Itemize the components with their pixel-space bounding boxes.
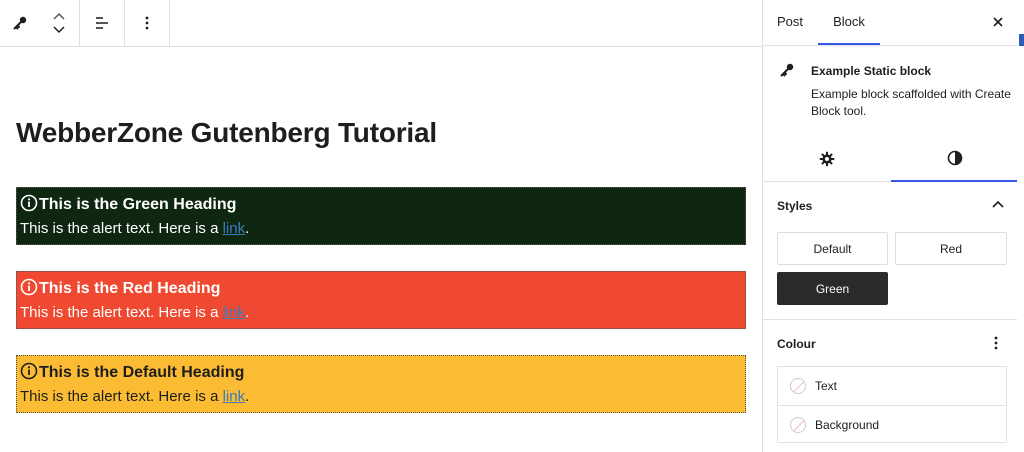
- alert-text-content: This is the alert text. Here is a: [20, 220, 223, 237]
- colour-panel-title: Colour: [777, 337, 816, 351]
- inspector-tabs: [763, 136, 1019, 182]
- block-card-title: Example Static block: [811, 64, 932, 78]
- alert-block-green[interactable]: This is the Green Heading This is the al…: [16, 187, 746, 245]
- alert-link[interactable]: link: [223, 220, 246, 237]
- colour-item-background[interactable]: Background: [778, 405, 1006, 443]
- tab-post[interactable]: Post: [777, 0, 803, 46]
- style-red-button[interactable]: Red: [895, 232, 1007, 265]
- block-type-button[interactable]: [0, 0, 40, 46]
- colour-swatch-icon: [790, 416, 806, 433]
- tab-block[interactable]: Block: [818, 0, 880, 45]
- colour-panel: Colour Text Background: [763, 321, 1018, 452]
- block-card-description: Example block scaffolded with Create Blo…: [811, 87, 1011, 118]
- alert-text-end: .: [245, 220, 250, 237]
- editor-canvas: WebberZone Gutenberg Tutorial This is th…: [0, 0, 762, 452]
- alert-text-end: .: [245, 388, 250, 405]
- key-icon: [13, 16, 27, 30]
- alert-link[interactable]: link: [223, 304, 246, 321]
- block-mover: [40, 0, 80, 46]
- tab-styles[interactable]: [891, 136, 1019, 182]
- colour-list: Text Background: [777, 366, 1007, 443]
- colour-swatch-icon: [790, 378, 806, 394]
- alert-heading-text: This is the Default Heading: [39, 364, 245, 381]
- gear-icon: [819, 151, 835, 167]
- alert-text-content: This is the alert text. Here is a: [20, 304, 223, 321]
- window-edge: [1017, 0, 1024, 452]
- chevron-up-icon[interactable]: [992, 200, 1004, 210]
- info-icon: [20, 194, 38, 212]
- edge-accent: [1019, 34, 1024, 46]
- style-green-button[interactable]: Green: [777, 272, 888, 305]
- info-icon: [20, 278, 38, 296]
- contrast-icon: [947, 150, 963, 166]
- colour-item-label: Text: [815, 379, 838, 393]
- style-default-button[interactable]: Default: [777, 232, 888, 265]
- alert-block-red[interactable]: This is the Red Heading This is the aler…: [16, 271, 746, 329]
- colour-item-label: Background: [815, 417, 880, 432]
- chevron-up-icon[interactable]: [53, 12, 65, 22]
- alert-link[interactable]: link: [223, 388, 246, 405]
- key-icon: [780, 63, 794, 77]
- more-vertical-icon: [145, 16, 149, 30]
- align-icon: [95, 17, 108, 29]
- colour-item-text[interactable]: Text: [778, 367, 1006, 405]
- alert-heading[interactable]: This is the Default Heading: [20, 362, 745, 384]
- alert-text-end: .: [245, 304, 250, 321]
- styles-panel-title[interactable]: Styles: [777, 199, 812, 213]
- more-vertical-icon[interactable]: [994, 335, 998, 351]
- alert-text[interactable]: This is the alert text. Here is a link.: [20, 304, 745, 321]
- alert-block-default[interactable]: This is the Default Heading This is the …: [16, 355, 746, 413]
- tab-settings[interactable]: [763, 136, 891, 182]
- alert-heading-text: This is the Green Heading: [39, 196, 237, 213]
- post-title[interactable]: WebberZone Gutenberg Tutorial: [16, 117, 437, 149]
- chevron-down-icon[interactable]: [53, 24, 65, 34]
- alert-text[interactable]: This is the alert text. Here is a link.: [20, 388, 745, 405]
- close-icon[interactable]: [991, 15, 1005, 29]
- info-icon: [20, 362, 38, 380]
- alert-text[interactable]: This is the alert text. Here is a link.: [20, 220, 745, 237]
- align-button[interactable]: [80, 0, 126, 46]
- styles-panel: Styles Default Red Green: [763, 182, 1018, 320]
- alert-heading[interactable]: This is the Red Heading: [20, 278, 745, 300]
- divider: [0, 46, 762, 47]
- alert-heading[interactable]: This is the Green Heading: [20, 194, 745, 216]
- sidebar-tabs: Post Block: [763, 0, 1017, 46]
- more-options-button[interactable]: [125, 0, 169, 46]
- alert-text-content: This is the alert text. Here is a: [20, 388, 223, 405]
- block-toolbar: [0, 0, 170, 46]
- settings-sidebar: Post Block Example Static block Example …: [762, 0, 1019, 452]
- alert-heading-text: This is the Red Heading: [39, 280, 221, 297]
